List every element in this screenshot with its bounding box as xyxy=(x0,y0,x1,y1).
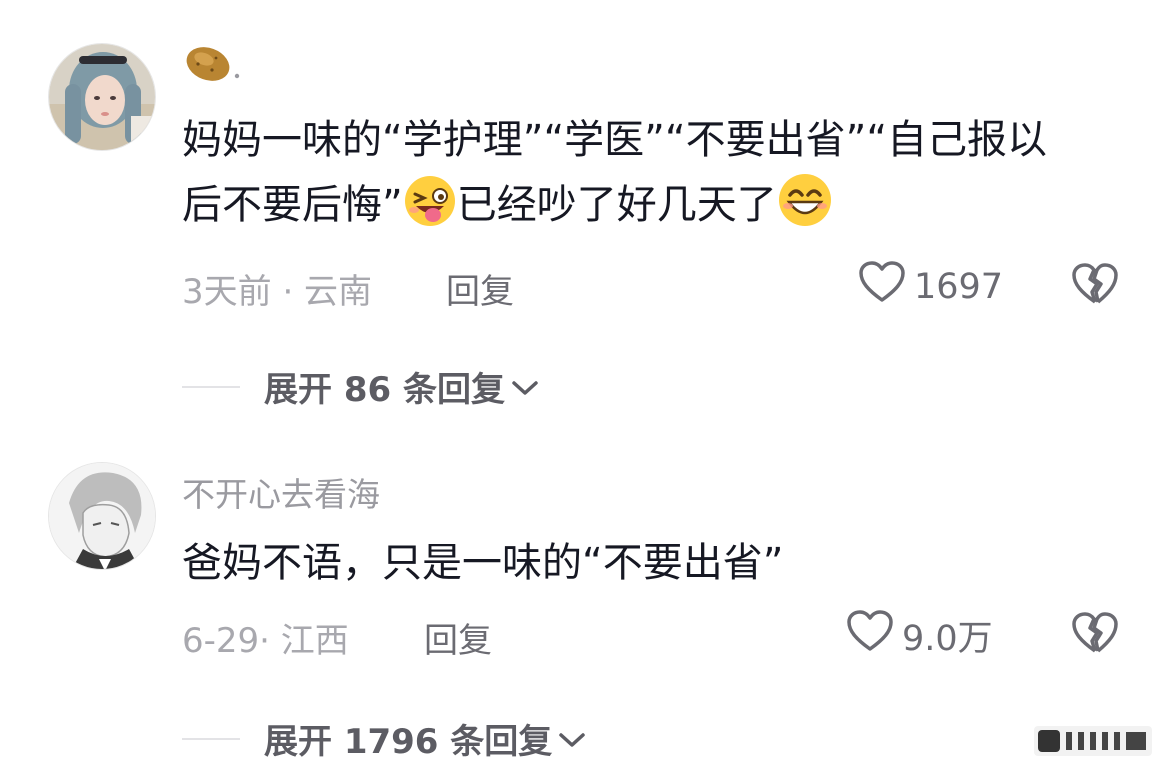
potato-emoji xyxy=(182,42,240,96)
watermark-logo xyxy=(1034,726,1152,760)
expand-replies-button[interactable]: 展开 1796 条回复 xyxy=(182,714,586,763)
divider xyxy=(182,385,240,388)
grinning-smile-emoji xyxy=(777,172,833,247)
broken-heart-icon xyxy=(1072,612,1118,653)
dislike-button[interactable] xyxy=(1072,262,1118,310)
grinning-squinting-tongue-emoji xyxy=(403,174,457,247)
heart-outline-icon xyxy=(858,260,906,313)
comment-meta: 6-29· 江西 xyxy=(182,621,349,661)
expand-replies-label: 展开 1796 条回复 xyxy=(264,722,553,762)
heart-outline-icon xyxy=(846,609,894,662)
like-count: 1697 xyxy=(914,266,1004,307)
chevron-down-icon xyxy=(558,719,586,759)
divider xyxy=(182,737,240,740)
like-count: 9.0万 xyxy=(902,619,993,659)
comment-text: 爸妈不语，只是一味的“不要出省” xyxy=(182,540,784,586)
avatar[interactable] xyxy=(48,462,156,570)
comment-item: 不开心去看海 爸妈不语，只是一味的“不要出省” 6-29· 江西 回复 9.0万… xyxy=(0,430,1170,776)
chevron-down-icon xyxy=(511,367,539,407)
reply-button[interactable]: 回复 xyxy=(446,264,514,313)
expand-replies-label: 展开 86 条回复 xyxy=(264,370,505,410)
comment-text: 妈妈一味的“学护理”“学医”“不要出省”“自己报以后不要后悔” 已经吵了好几天了 xyxy=(182,108,1082,247)
like-button[interactable]: 9.0万 xyxy=(846,609,993,662)
comment-meta: 3天前 · 云南 xyxy=(182,272,373,312)
reply-button[interactable]: 回复 xyxy=(424,613,492,662)
like-button[interactable]: 1697 xyxy=(858,260,1003,313)
broken-heart-icon xyxy=(1072,263,1118,304)
comment-item: 妈妈一味的“学护理”“学医”“不要出省”“自己报以后不要后悔” 已经吵了好几天了… xyxy=(0,0,1170,430)
avatar[interactable] xyxy=(48,43,156,151)
username[interactable]: 不开心去看海 xyxy=(182,468,380,516)
username[interactable] xyxy=(182,42,240,96)
expand-replies-button[interactable]: 展开 86 条回复 xyxy=(182,362,539,411)
dislike-button[interactable] xyxy=(1072,611,1118,659)
